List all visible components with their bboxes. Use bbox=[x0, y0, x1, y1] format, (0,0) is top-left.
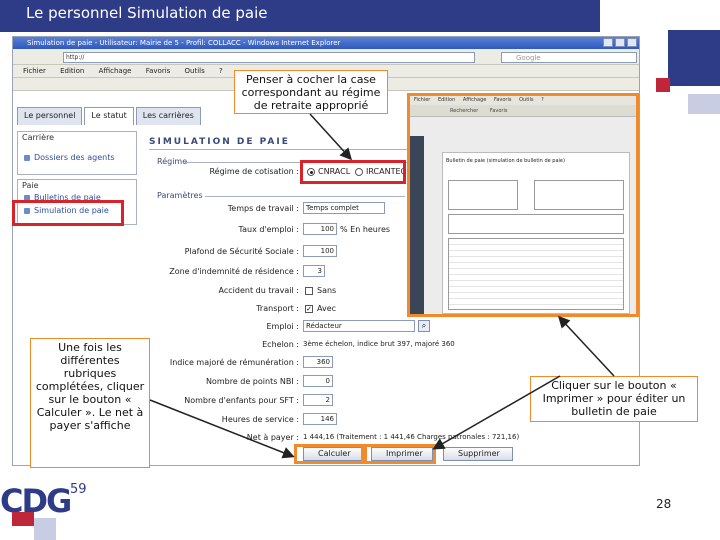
accident-travail-label: Accident du travail : bbox=[218, 286, 299, 295]
plafond-label: Plafond de Sécurité Sociale : bbox=[184, 247, 299, 256]
heures-input[interactable]: 146 bbox=[303, 413, 337, 425]
transport-checkbox[interactable]: ✓ bbox=[305, 305, 313, 313]
panel-paie-legend: Paie bbox=[22, 181, 39, 190]
window-controls bbox=[603, 38, 637, 47]
highlight-regime-radios bbox=[300, 160, 406, 184]
indice-label: Indice majoré de rémunération : bbox=[169, 358, 299, 367]
tab-les-carrieres[interactable]: Les carrières bbox=[135, 107, 201, 125]
emploi-label: Emploi : bbox=[266, 322, 299, 331]
highlight-imprimer-button bbox=[364, 444, 436, 464]
decor-block-red bbox=[656, 78, 670, 92]
menu-item-fichier[interactable]: Fichier bbox=[23, 67, 46, 75]
temps-travail-label: Temps de travail : bbox=[227, 204, 299, 213]
panel-carriere-legend: Carrière bbox=[22, 133, 55, 142]
supprimer-button[interactable]: Supprimer bbox=[443, 447, 513, 461]
logo-square-red bbox=[12, 512, 34, 526]
window-title-bar: Simulation de paie - Utilisateur: Mairie… bbox=[13, 37, 639, 49]
transport-label: Transport : bbox=[256, 304, 299, 313]
browser-search-input[interactable]: Google bbox=[501, 52, 637, 63]
taux-emploi-input[interactable]: 100 bbox=[303, 223, 337, 235]
menu-item-edition[interactable]: Edition bbox=[60, 67, 84, 75]
cdg-logo-superscript: 59 bbox=[70, 482, 87, 497]
heures-label: Heures de service : bbox=[221, 415, 299, 424]
tab-le-personnel[interactable]: Le personnel bbox=[17, 107, 83, 125]
cdg-logo-text: CDG bbox=[0, 482, 72, 520]
plafond-input[interactable]: 100 bbox=[303, 245, 337, 257]
menu-item-outils[interactable]: Outils bbox=[185, 67, 205, 75]
maximize-icon[interactable] bbox=[615, 38, 625, 47]
slide-title-bar: Le personnel Simulation de paie bbox=[0, 0, 600, 32]
temps-travail-select[interactable]: Temps complet bbox=[303, 202, 385, 214]
nbi-label: Nombre de points NBI : bbox=[205, 377, 299, 386]
callout-imprimer: Cliquer sur le bouton « Imprimer » pour … bbox=[530, 376, 698, 422]
params-section-label: Paramètres bbox=[157, 191, 203, 200]
highlight-calculer-button bbox=[294, 444, 364, 464]
decor-block-blue bbox=[668, 30, 720, 86]
zone-residence-label: Zone d'indemnité de résidence : bbox=[169, 267, 299, 276]
regime-label: Régime de cotisation : bbox=[209, 167, 299, 176]
menu-item-help[interactable]: ? bbox=[219, 67, 223, 75]
close-icon[interactable] bbox=[627, 38, 637, 47]
window-title: Simulation de paie - Utilisateur: Mairie… bbox=[27, 39, 341, 47]
page-number: 28 bbox=[656, 497, 672, 511]
callout-calculer: Une fois les différentes rubriques compl… bbox=[30, 338, 150, 468]
link-dossiers-agents[interactable]: Dossiers des agents bbox=[18, 151, 136, 164]
slide-title: Le personnel Simulation de paie bbox=[26, 4, 268, 22]
highlight-simulation-link bbox=[12, 200, 124, 226]
address-bar-row: http:// Google bbox=[13, 49, 639, 65]
net-payer-label: Net à payer : bbox=[246, 433, 299, 442]
emploi-input[interactable]: Rédacteur bbox=[303, 320, 415, 332]
menu-item-affichage[interactable]: Affichage bbox=[99, 67, 132, 75]
app-tabs: Le personnel Le statut Les carrières bbox=[17, 107, 203, 125]
enfants-input[interactable]: 2 bbox=[303, 394, 333, 406]
panel-carriere: Carrière Dossiers des agents bbox=[17, 131, 137, 175]
enfants-label: Nombre d'enfants pour SFT : bbox=[184, 396, 299, 405]
logo-square-lilac bbox=[34, 518, 56, 540]
regime-section-label: Régime bbox=[157, 157, 188, 166]
zone-residence-input[interactable]: 3 bbox=[303, 265, 325, 277]
params-section-rule bbox=[205, 196, 405, 197]
accident-travail-value: Sans bbox=[317, 286, 337, 295]
tab-le-statut[interactable]: Le statut bbox=[84, 107, 134, 125]
echelon-value: 3ème échelon, indice brut 397, majoré 36… bbox=[303, 340, 455, 348]
accident-travail-checkbox[interactable] bbox=[305, 287, 313, 295]
search-icon[interactable]: ⌕ bbox=[418, 320, 430, 332]
address-input[interactable]: http:// bbox=[63, 52, 475, 63]
simulation-title: SIMULATION DE PAIE bbox=[149, 137, 290, 147]
minimize-icon[interactable] bbox=[603, 38, 613, 47]
transport-value: Avec bbox=[317, 304, 337, 313]
taux-emploi-label: Taux d'emploi : bbox=[238, 225, 299, 234]
taux-emploi-suffix: % En heures bbox=[340, 225, 391, 234]
net-payer-value: 1 444,16 (Traitement : 1 441,46 Charges … bbox=[303, 433, 520, 441]
indice-input[interactable]: 360 bbox=[303, 356, 333, 368]
nbi-input[interactable]: 0 bbox=[303, 375, 333, 387]
callout-regime: Penser à cocher la case correspondant au… bbox=[234, 70, 388, 114]
menu-item-favoris[interactable]: Favoris bbox=[146, 67, 171, 75]
decor-block-lilac bbox=[688, 94, 720, 114]
highlight-print-preview bbox=[407, 93, 639, 317]
echelon-label: Echelon : bbox=[262, 340, 299, 349]
